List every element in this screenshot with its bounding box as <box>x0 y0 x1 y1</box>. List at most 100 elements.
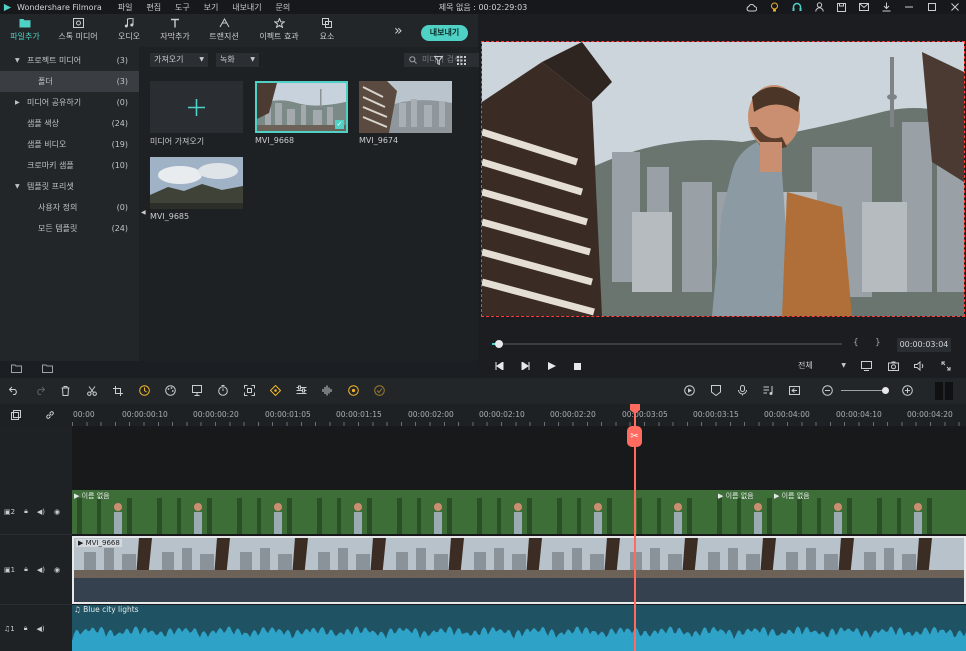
media-item-thumbnail[interactable]: ✓ <box>255 81 348 133</box>
auto-sync-icon[interactable] <box>374 385 385 396</box>
split-screen-icon[interactable] <box>789 385 800 396</box>
menu-tools[interactable]: 도구 <box>175 3 190 12</box>
import-media-tile[interactable] <box>150 81 243 133</box>
grid-view-icon[interactable] <box>457 56 466 65</box>
menu-help[interactable]: 문의 <box>276 3 291 12</box>
sidebar-item-chroma-key[interactable]: 크로마키 샘플 (10) <box>0 155 139 176</box>
keyframe-icon[interactable] <box>270 385 281 396</box>
layout-toggle-button[interactable] <box>935 382 953 400</box>
tab-effects[interactable]: 이펙트 효과 <box>254 18 304 42</box>
render-preview-icon[interactable] <box>684 385 695 396</box>
filter-icon[interactable] <box>434 56 443 65</box>
sidebar-item-shared-media[interactable]: ▶ 미디어 공유하기 (0) <box>0 92 139 113</box>
delete-icon[interactable] <box>61 386 70 396</box>
eye-icon[interactable]: ◉ <box>54 508 60 516</box>
link-icon[interactable] <box>45 410 55 420</box>
expand-caret-icon[interactable]: ▶ <box>15 92 20 113</box>
crop-icon[interactable] <box>113 386 123 396</box>
media-item-thumbnail[interactable] <box>150 157 243 209</box>
video-clip-track-1[interactable]: ▶ MVI_9668 <box>72 536 966 604</box>
timeline-ruler[interactable]: 00:00 00:00:00:10 00:00:00:20 00:00:01:0… <box>72 404 966 426</box>
undo-icon[interactable] <box>9 386 19 395</box>
eye-icon[interactable]: ◉ <box>54 566 60 574</box>
stop-icon[interactable] <box>574 363 581 370</box>
tab-stock-media[interactable]: 스톡 미디어 <box>53 18 103 42</box>
playhead-knob[interactable] <box>495 340 503 348</box>
audio-adjust-icon[interactable] <box>296 385 307 396</box>
sidebar-item-all-templates[interactable]: 모든 템플릿 (24) <box>0 218 139 239</box>
color-palette-icon[interactable] <box>165 385 176 396</box>
motion-tracking-icon[interactable] <box>348 385 359 396</box>
lock-icon[interactable]: 🔒︎ <box>24 565 28 574</box>
menu-view[interactable]: 보기 <box>204 3 219 12</box>
sidebar-item-sample-videos[interactable]: 샘플 비디오 (19) <box>0 134 139 155</box>
speaker-icon[interactable]: ◀︎) <box>37 566 45 574</box>
new-folder-icon[interactable] <box>11 364 22 373</box>
add-track-icon[interactable] <box>11 410 21 420</box>
playback-progress-track[interactable] <box>492 340 842 348</box>
sidebar-item-sample-colors[interactable]: 샘플 색상 (24) <box>0 113 139 134</box>
fit-to-screen-icon[interactable] <box>244 385 255 396</box>
more-tabs-button[interactable]: » <box>394 23 403 39</box>
account-icon[interactable] <box>815 2 824 12</box>
microphone-icon[interactable] <box>738 385 747 396</box>
cloud-icon[interactable] <box>746 3 757 12</box>
mark-out-button[interactable]: } <box>875 338 881 348</box>
green-screen-icon[interactable] <box>192 385 202 396</box>
tab-audio[interactable]: 오디오 <box>104 18 154 42</box>
video-preview[interactable] <box>481 41 965 317</box>
redo-icon[interactable] <box>35 386 45 395</box>
maximize-icon[interactable] <box>927 2 937 12</box>
menu-file[interactable]: 파일 <box>118 3 133 12</box>
zoom-slider-knob[interactable] <box>882 387 889 394</box>
zoom-slider[interactable] <box>841 390 887 391</box>
import-dropdown[interactable]: 가져오기 ▼ <box>150 53 208 67</box>
audio-clip[interactable]: ♫ Blue city lights <box>72 605 966 651</box>
menu-export[interactable]: 내보내기 <box>232 3 261 12</box>
close-icon[interactable] <box>950 2 960 12</box>
record-dropdown[interactable]: 녹화 ▼ <box>216 53 259 67</box>
save-icon[interactable] <box>837 2 846 12</box>
fullscreen-icon[interactable] <box>941 361 951 371</box>
previous-frame-icon[interactable] <box>495 362 504 370</box>
split-at-playhead-scissors-icon[interactable]: ✂ <box>627 426 642 447</box>
media-item-thumbnail[interactable] <box>359 81 452 133</box>
lock-icon[interactable]: 🔒︎ <box>24 624 28 633</box>
folder-outline-icon[interactable] <box>42 364 53 373</box>
video-clip-track-2[interactable]: ▶ 이름 없음 ▶ 이름 없음 ▶ 이름 없음 <box>72 490 966 534</box>
speaker-icon[interactable]: ◀︎) <box>36 625 44 633</box>
export-button[interactable]: 내보내기 <box>421 25 468 41</box>
scissors-icon[interactable] <box>87 386 97 396</box>
timer-icon[interactable] <box>218 385 228 396</box>
mail-icon[interactable] <box>859 3 869 11</box>
lock-icon[interactable]: 🔒︎ <box>24 507 28 516</box>
audio-mixer-icon[interactable] <box>322 385 333 396</box>
sidebar-item-project-media[interactable]: ▼ 프로젝트 미디어 (3) <box>0 50 139 71</box>
menu-edit[interactable]: 편집 <box>146 3 161 12</box>
marker-icon[interactable] <box>711 385 721 396</box>
tab-titles[interactable]: 자막추가 <box>150 18 200 42</box>
expand-caret-icon[interactable]: ▼ <box>15 176 20 197</box>
play-icon[interactable] <box>548 362 556 370</box>
headset-icon[interactable] <box>792 2 802 12</box>
zoom-out-icon[interactable] <box>822 385 833 396</box>
mark-in-button[interactable]: { <box>853 338 859 348</box>
sidebar-item-custom[interactable]: 사용자 정의 (0) <box>0 197 139 218</box>
tab-transitions[interactable]: 트랜지션 <box>199 18 249 42</box>
zoom-in-icon[interactable] <box>902 385 913 396</box>
preview-quality-select[interactable]: 전체 ▼ <box>793 359 849 373</box>
download-icon[interactable] <box>882 2 891 12</box>
monitor-icon[interactable] <box>861 361 872 371</box>
speed-icon[interactable] <box>139 385 150 396</box>
speaker-icon[interactable]: ◀︎) <box>37 508 45 516</box>
volume-icon[interactable] <box>914 361 925 371</box>
sidebar-item-folder[interactable]: 폴더 (3) <box>0 71 139 92</box>
tab-elements[interactable]: 요소 <box>302 18 352 42</box>
snapshot-camera-icon[interactable] <box>888 361 899 371</box>
bulb-icon[interactable] <box>770 2 779 12</box>
collapse-panel-handle[interactable]: ◀ <box>141 209 146 216</box>
minimize-icon[interactable] <box>904 2 914 12</box>
expand-caret-icon[interactable]: ▼ <box>15 50 20 71</box>
voiceover-music-icon[interactable] <box>763 385 774 396</box>
tab-import-media[interactable]: 파일추가 <box>0 18 50 49</box>
